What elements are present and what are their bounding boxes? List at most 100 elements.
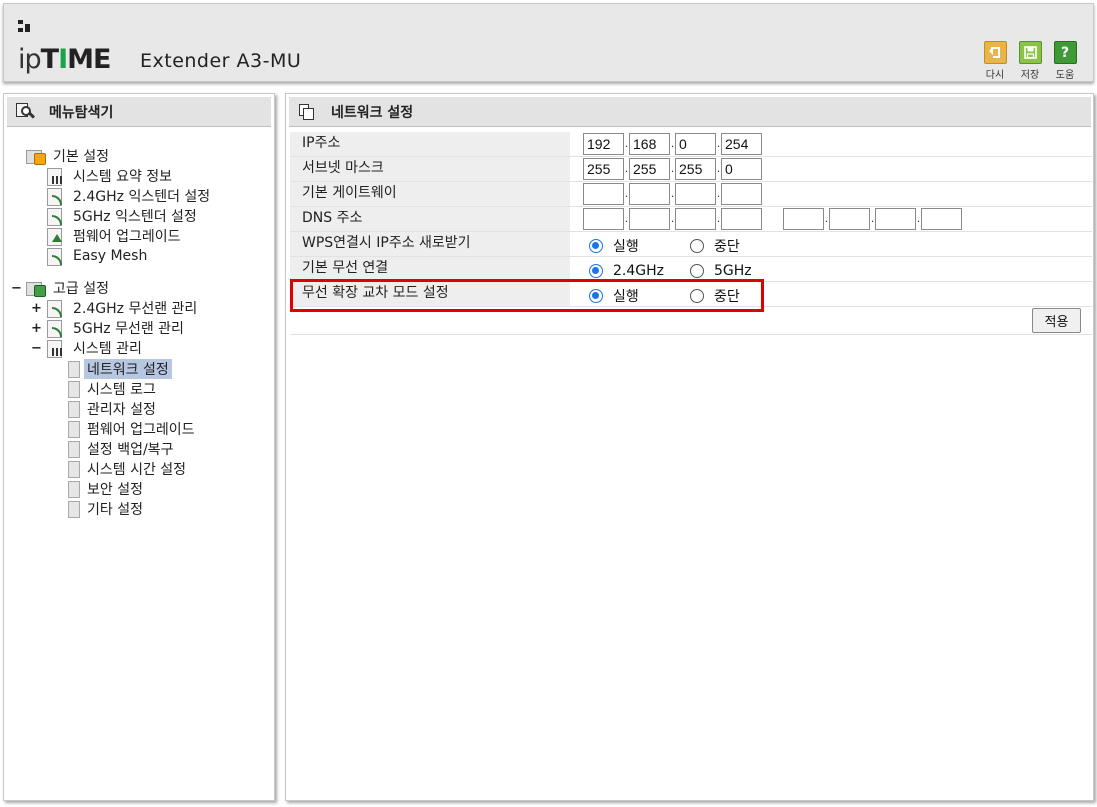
- expand-icon[interactable]: +: [31, 321, 42, 336]
- subnet-octet-2[interactable]: 255: [629, 158, 670, 180]
- tree-item-admin-settings[interactable]: 관리자 설정: [68, 399, 159, 419]
- wireless-24ghz-radio[interactable]: 2.4GHz: [589, 263, 690, 279]
- highlight-box: [290, 279, 764, 312]
- window-icon: [297, 102, 317, 122]
- gateway-octet-2[interactable]: [629, 183, 670, 205]
- ip-octet-2[interactable]: 168: [629, 133, 670, 155]
- tree-item-firmware-upgrade[interactable]: 펌웨어 업그레이드: [46, 226, 184, 246]
- ip-octet-1[interactable]: 192: [583, 133, 624, 155]
- tree-label: Easy Mesh: [73, 248, 148, 264]
- wps-renew-row: WPS연결시 IP주소 새로받기 실행 중단: [290, 232, 1092, 257]
- subnet-mask-input: 255. 255. 255. 0: [583, 158, 762, 180]
- tree-label: 펌웨어 업그레이드: [87, 422, 195, 438]
- page-icon: [68, 400, 80, 418]
- dns1-octet-1[interactable]: [583, 208, 624, 230]
- tree-label: 고급 설정: [53, 281, 109, 297]
- collapse-icon[interactable]: −: [11, 281, 22, 296]
- tree-item-easy-mesh[interactable]: Easy Mesh: [46, 246, 150, 266]
- wifi-icon: [46, 207, 66, 226]
- tree-label: 5GHz 무선랜 관리: [73, 321, 184, 337]
- ip-octet-4[interactable]: 254: [721, 133, 762, 155]
- subnet-mask-row: 서브넷 마스크 255. 255. 255. 0: [290, 157, 1092, 182]
- radio-checked-icon: [589, 239, 603, 253]
- save-button[interactable]: 저장: [1018, 41, 1042, 81]
- dns1-octet-3[interactable]: [675, 208, 716, 230]
- iptime-logo: ip TIME: [18, 44, 111, 75]
- radio-label: 실행: [613, 239, 639, 255]
- tree-item-firmware-upgrade-adv[interactable]: 펌웨어 업그레이드: [68, 419, 198, 439]
- dns1-octet-4[interactable]: [721, 208, 762, 230]
- gateway-label: 기본 게이트웨이: [290, 182, 570, 206]
- folder-icon: [26, 279, 46, 297]
- wps-renew-label: WPS연결시 IP주소 새로받기: [290, 232, 570, 256]
- dns2-octet-2[interactable]: [829, 208, 870, 230]
- tree-basic-settings[interactable]: 기본 설정: [26, 146, 112, 166]
- tree-item-system-log[interactable]: 시스템 로그: [68, 379, 159, 399]
- tree-item-system-time[interactable]: 시스템 시간 설정: [68, 459, 189, 479]
- tree-item-system-management[interactable]: − 시스템 관리: [31, 338, 145, 358]
- radio-checked-icon: [589, 264, 603, 278]
- tree-label: 시스템 로그: [87, 382, 156, 398]
- wps-stop-radio[interactable]: 중단: [690, 236, 740, 256]
- tree-item-backup-restore[interactable]: 설정 백업/복구: [68, 439, 176, 459]
- tree-item-5ghz-wlan[interactable]: + 5GHz 무선랜 관리: [31, 318, 187, 338]
- dns2-octet-1[interactable]: [783, 208, 824, 230]
- tree-label: 설정 백업/복구: [87, 442, 174, 458]
- radio-label: 2.4GHz: [613, 263, 664, 279]
- expand-icon[interactable]: +: [31, 301, 42, 316]
- search-icon: [15, 102, 36, 122]
- tree-item-24ghz-wlan[interactable]: + 2.4GHz 무선랜 관리: [31, 298, 200, 318]
- gateway-octet-1[interactable]: [583, 183, 624, 205]
- tree-item-network-settings[interactable]: 네트워크 설정: [68, 359, 172, 379]
- upgrade-icon: [46, 227, 66, 246]
- tree-label: 시스템 요약 정보: [73, 169, 173, 185]
- network-settings-header: 네트워크 설정: [289, 97, 1091, 127]
- page-icon: [68, 420, 80, 438]
- radio-label: 5GHz: [714, 263, 752, 279]
- undo-button[interactable]: 다시: [983, 41, 1007, 81]
- help-button[interactable]: ? 도움: [1053, 41, 1077, 81]
- apply-button[interactable]: 적용: [1032, 308, 1081, 333]
- tree-label: 2.4GHz 무선랜 관리: [73, 301, 198, 317]
- gateway-octet-3[interactable]: [675, 183, 716, 205]
- menu-explorer-title: 메뉴탐색기: [49, 104, 114, 121]
- tree-label: 관리자 설정: [87, 402, 156, 418]
- radio-unchecked-icon: [690, 239, 704, 253]
- dns-label: DNS 주소: [290, 207, 570, 231]
- tree-label: 네트워크 설정: [84, 359, 172, 379]
- tree-item-5ghz-extender[interactable]: 5GHz 익스텐더 설정: [46, 206, 200, 226]
- subnet-octet-3[interactable]: 255: [675, 158, 716, 180]
- wps-run-radio[interactable]: 실행: [589, 236, 690, 256]
- tree-item-24ghz-extender[interactable]: 2.4GHz 익스텐더 설정: [46, 186, 213, 206]
- dns2-octet-4[interactable]: [921, 208, 962, 230]
- save-icon: [1018, 41, 1042, 64]
- collapse-icon[interactable]: −: [31, 341, 42, 356]
- dns1-octet-2[interactable]: [629, 208, 670, 230]
- tree-item-misc[interactable]: 기타 설정: [68, 499, 146, 519]
- page-icon: [68, 440, 80, 458]
- wireless-5ghz-radio[interactable]: 5GHz: [690, 263, 752, 279]
- header-bar: ip TIME Extender A3-MU 다시 저장 ? 도움: [3, 3, 1094, 82]
- chart-icon: [46, 167, 66, 186]
- gateway-input: . . .: [583, 183, 762, 205]
- wifi-icon: [46, 187, 66, 206]
- folder-icon: [26, 147, 46, 165]
- chart-icon: [46, 339, 66, 358]
- undo-icon: [983, 41, 1007, 64]
- gateway-octet-4[interactable]: [721, 183, 762, 205]
- page-icon: [68, 500, 80, 518]
- subnet-octet-4[interactable]: 0: [721, 158, 762, 180]
- tree-item-security[interactable]: 보안 설정: [68, 479, 146, 499]
- page-icon: [68, 360, 80, 378]
- ip-octet-3[interactable]: 0: [675, 133, 716, 155]
- tree-item-system-summary[interactable]: 시스템 요약 정보: [46, 166, 175, 186]
- default-wireless-label: 기본 무선 연결: [290, 257, 570, 281]
- ip-address-label: IP주소: [290, 132, 570, 156]
- tree-label: 시스템 관리: [73, 341, 142, 357]
- dns2-octet-3[interactable]: [875, 208, 916, 230]
- subnet-octet-1[interactable]: 255: [583, 158, 624, 180]
- dns-primary-input: . . .: [583, 208, 762, 230]
- app-dots-icon: [18, 20, 32, 32]
- tree-advanced-settings[interactable]: − 고급 설정: [11, 278, 112, 298]
- gateway-row: 기본 게이트웨이 . . .: [290, 182, 1092, 207]
